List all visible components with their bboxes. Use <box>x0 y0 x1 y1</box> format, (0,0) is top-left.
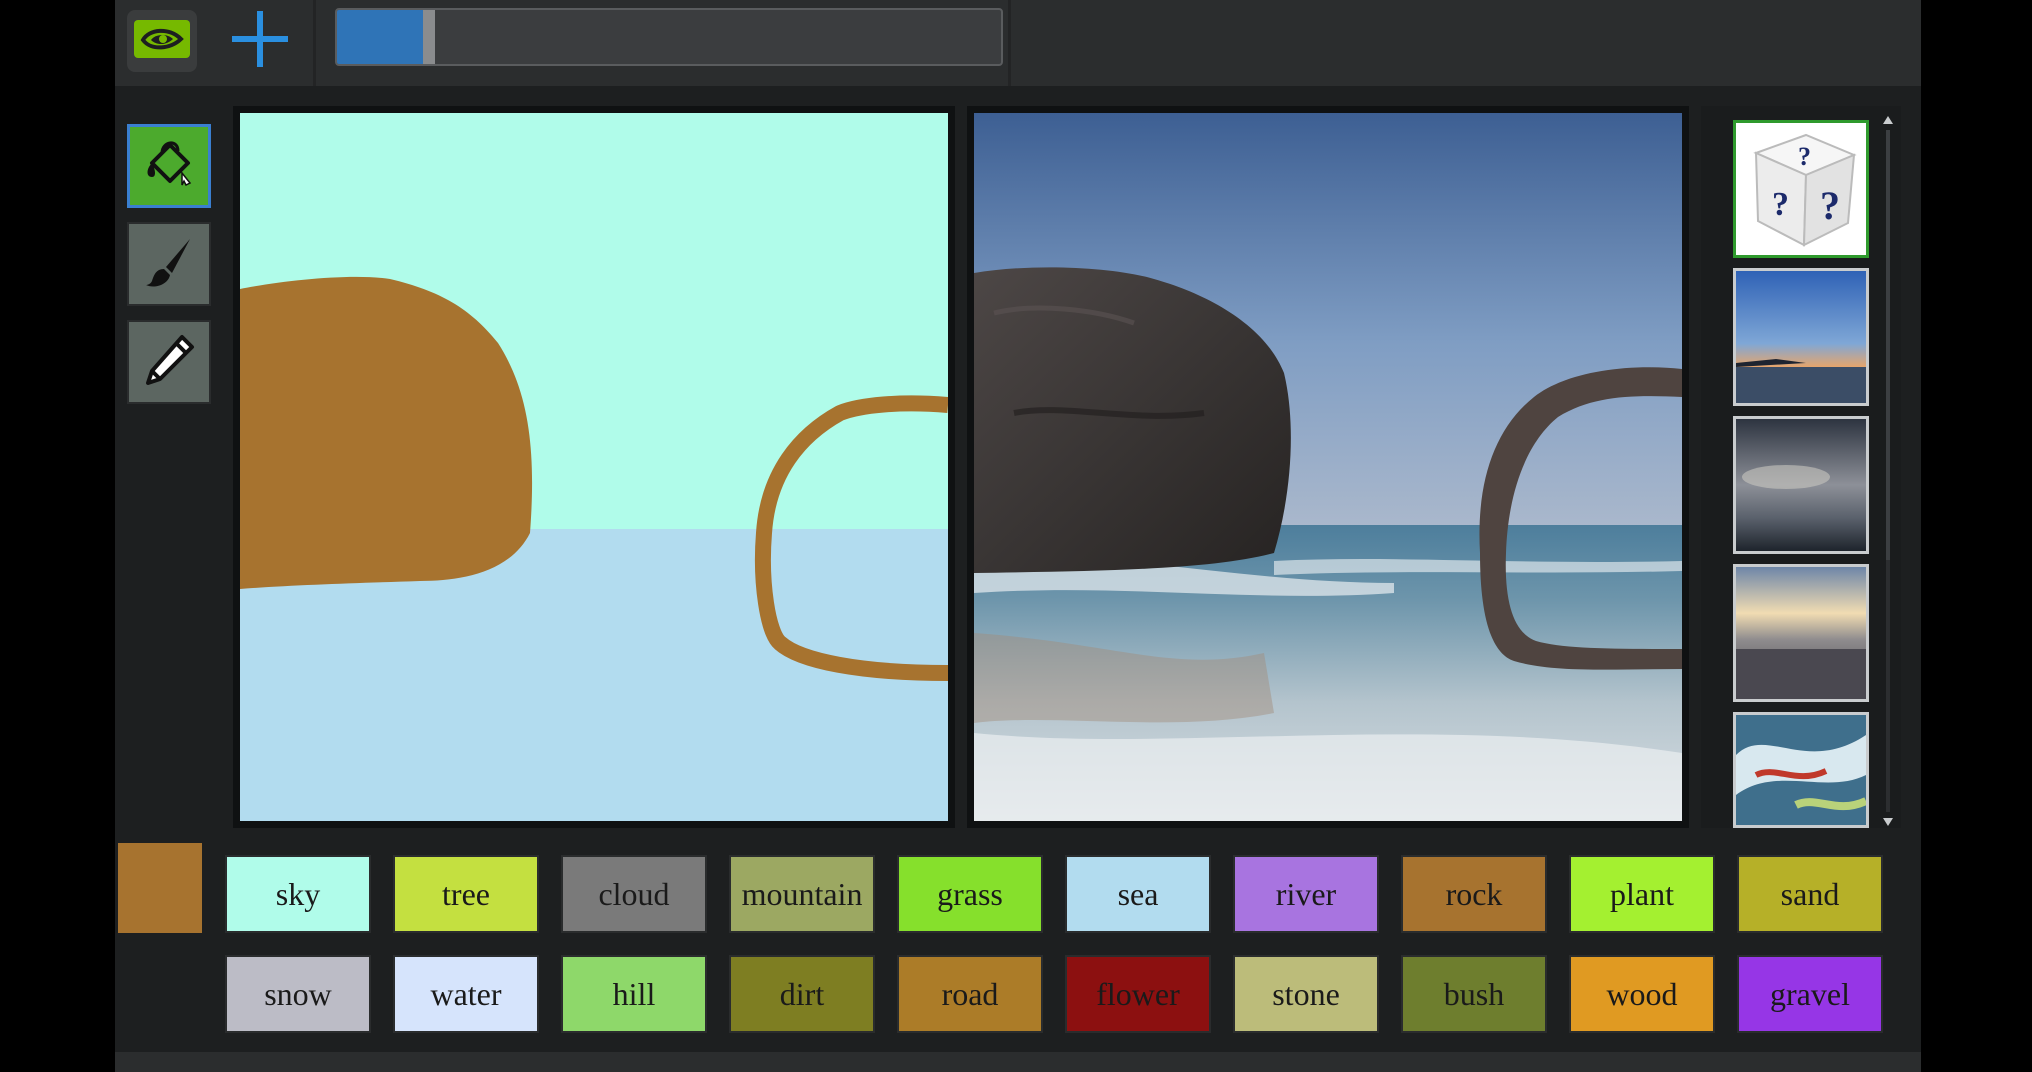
label-button-sky[interactable]: sky <box>225 855 371 933</box>
gallery-thumb-beach[interactable] <box>1733 564 1869 702</box>
brush-tool-button[interactable] <box>127 222 211 306</box>
top-toolbar <box>115 0 1921 86</box>
label-button-wood[interactable]: wood <box>1569 955 1715 1033</box>
current-label-swatch <box>118 843 202 933</box>
label-button-gravel[interactable]: gravel <box>1737 955 1883 1033</box>
bottom-status-strip <box>115 1052 1921 1072</box>
paintbrush-icon <box>138 231 200 298</box>
fill-bucket-icon <box>138 133 200 200</box>
dice-icon: ? ? ? <box>1736 123 1866 255</box>
nvidia-logo-icon <box>133 19 191 64</box>
gallery-thumb-clouds[interactable] <box>1733 416 1869 554</box>
label-button-sea[interactable]: sea <box>1065 855 1211 933</box>
gallery-scrollbar[interactable] <box>1881 114 1895 828</box>
label-button-dirt[interactable]: dirt <box>729 955 875 1033</box>
svg-text:?: ? <box>1820 183 1840 228</box>
svg-text:?: ? <box>1798 142 1811 171</box>
plus-icon <box>230 9 290 74</box>
style-gallery: ? ? ? <box>1701 106 1901 828</box>
progress-slider[interactable] <box>335 8 1003 66</box>
pencil-tool-button[interactable] <box>127 320 211 404</box>
progress-fill <box>337 10 424 64</box>
gallery-thumb-painting[interactable] <box>1733 712 1869 828</box>
gallery-thumb-random[interactable]: ? ? ? <box>1733 120 1869 258</box>
toolbar-divider <box>313 0 316 86</box>
pencil-icon <box>138 329 200 396</box>
label-button-sand[interactable]: sand <box>1737 855 1883 933</box>
gallery-thumb-sunset[interactable] <box>1733 268 1869 406</box>
generated-image-panel <box>967 106 1689 828</box>
generated-image <box>974 113 1682 821</box>
label-button-mountain[interactable]: mountain <box>729 855 875 933</box>
label-button-grass[interactable]: grass <box>897 855 1043 933</box>
label-button-water[interactable]: water <box>393 955 539 1033</box>
label-button-tree[interactable]: tree <box>393 855 539 933</box>
app-window: ? ? ? sky tree cloud mountain grass sea … <box>115 0 1921 1072</box>
label-button-stone[interactable]: stone <box>1233 955 1379 1033</box>
label-button-road[interactable]: road <box>897 955 1043 1033</box>
label-button-bush[interactable]: bush <box>1401 955 1547 1033</box>
segmentation-canvas[interactable] <box>233 106 955 828</box>
label-button-river[interactable]: river <box>1233 855 1379 933</box>
add-button[interactable] <box>225 8 295 74</box>
segmentation-drawing-area[interactable] <box>240 113 948 821</box>
fill-tool-button[interactable] <box>127 124 211 208</box>
label-button-plant[interactable]: plant <box>1569 855 1715 933</box>
svg-text:?: ? <box>1772 186 1789 223</box>
label-button-flower[interactable]: flower <box>1065 955 1211 1033</box>
label-button-rock[interactable]: rock <box>1401 855 1547 933</box>
progress-handle[interactable] <box>423 10 436 64</box>
label-button-hill[interactable]: hill <box>561 955 707 1033</box>
label-button-cloud[interactable]: cloud <box>561 855 707 933</box>
logo-button[interactable] <box>127 10 197 72</box>
toolbar-divider <box>1008 0 1011 86</box>
label-button-snow[interactable]: snow <box>225 955 371 1033</box>
